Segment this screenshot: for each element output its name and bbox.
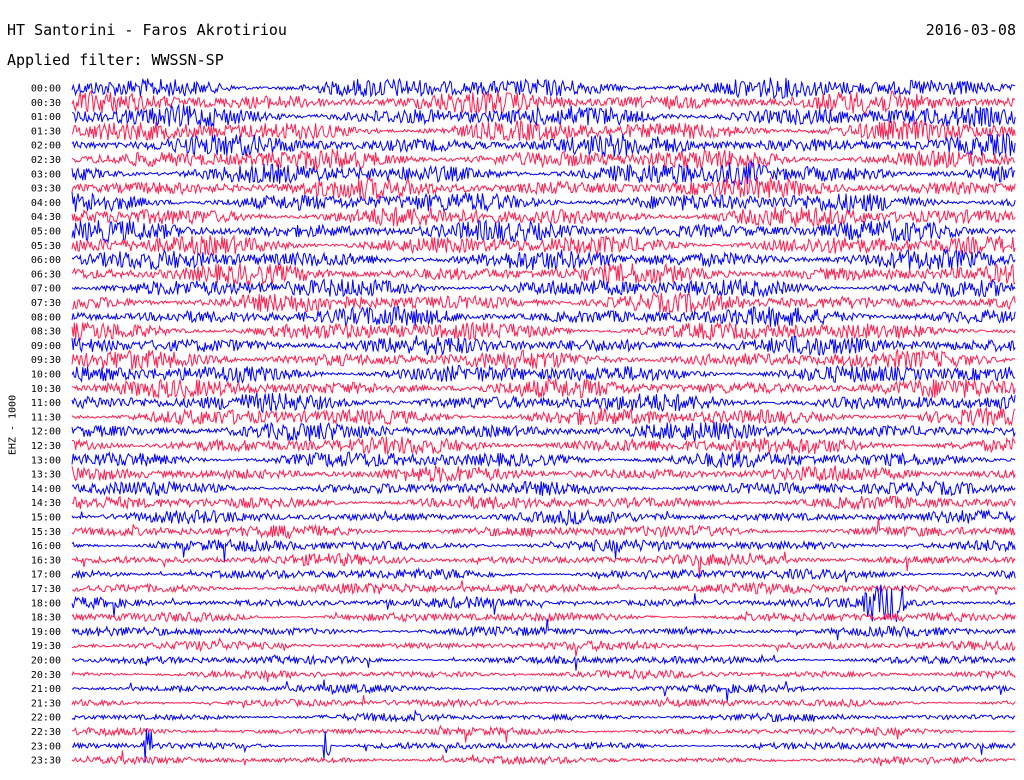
- row-time-label: 13:00: [31, 455, 61, 466]
- trace-row-2100: [72, 679, 1016, 702]
- row-time-label: 13:30: [31, 470, 61, 481]
- trace-row-0100: [71, 103, 1016, 128]
- row-time-label: 11:00: [31, 398, 61, 409]
- trace-row-2330: [71, 750, 1016, 767]
- trace-row-0630: [71, 262, 1016, 286]
- trace-row-0430: [71, 206, 1016, 229]
- trace-row-2000: [71, 653, 1016, 671]
- row-time-label: 20:00: [31, 656, 61, 667]
- row-time-label: 09:30: [31, 355, 61, 366]
- trace-row-0230: [71, 148, 1016, 172]
- row-time-label: 10:00: [31, 370, 61, 381]
- trace-row-1400: [71, 480, 1016, 497]
- trace-row-0030: [71, 90, 1016, 116]
- trace-row-2130: [71, 695, 1016, 709]
- row-time-label: 17:00: [31, 570, 61, 581]
- row-time-label: 23:00: [31, 741, 61, 752]
- trace-row-1700: [71, 566, 1016, 583]
- trace-row-1900: [71, 618, 1016, 641]
- row-time-label: 20:30: [31, 670, 61, 681]
- trace-row-1300: [71, 451, 1016, 469]
- trace-row-2300: [71, 728, 1016, 763]
- row-time-label: 05:30: [31, 241, 61, 252]
- trace-row-1330: [71, 464, 1016, 483]
- row-time-label: 15:30: [31, 527, 61, 538]
- row-time-label: 04:00: [31, 198, 61, 209]
- row-time-label: 01:00: [31, 112, 61, 123]
- trace-row-0700: [71, 278, 1016, 299]
- row-time-label: 08:00: [31, 312, 61, 323]
- row-time-label: 18:00: [31, 598, 61, 609]
- trace-row-0000: [71, 77, 1016, 100]
- row-time-label: 01:30: [31, 126, 61, 137]
- row-time-label: 17:30: [31, 584, 61, 595]
- row-time-label: 21:00: [31, 684, 61, 695]
- trace-row-0900: [71, 335, 1016, 357]
- row-time-label: 02:00: [31, 141, 61, 152]
- trace-row-0730: [71, 291, 1016, 315]
- row-time-label: 19:00: [31, 627, 61, 638]
- row-time-label: 10:30: [31, 384, 61, 395]
- row-time-label: 07:30: [31, 298, 61, 309]
- row-time-label: 16:30: [31, 555, 61, 566]
- row-time-label: 19:30: [31, 641, 61, 652]
- row-time-label: 18:30: [31, 613, 61, 624]
- trace-row-1930: [71, 636, 1016, 657]
- row-time-label: 23:30: [31, 756, 61, 767]
- trace-row-2030: [71, 668, 1016, 683]
- trace-row-1230: [72, 435, 1016, 456]
- row-time-label: 06:00: [31, 255, 61, 266]
- row-time-label: 06:30: [31, 269, 61, 280]
- trace-row-2230: [71, 724, 1016, 743]
- trace-row-1500: [71, 508, 1016, 527]
- trace-row-1000: [71, 364, 1016, 384]
- row-time-label: 14:00: [31, 484, 61, 495]
- helicorder-plot: 00:00 00:30 01:00 01:30 02:00 02:30 03:00 03:30…: [31, 77, 1016, 767]
- trace-row-1630: [71, 551, 1016, 579]
- row-time-label: 02:30: [31, 155, 61, 166]
- row-time-label: 11:30: [31, 412, 61, 423]
- trace-row-1030: [71, 377, 1016, 401]
- trace-row-1430: [71, 494, 1016, 511]
- row-time-label: 22:00: [31, 713, 61, 724]
- row-time-label: 04:30: [31, 212, 61, 223]
- row-time-label: 03:30: [31, 184, 61, 195]
- trace-row-0800: [71, 305, 1016, 328]
- row-time-label: 22:30: [31, 727, 61, 738]
- trace-row-2200: [71, 708, 1016, 723]
- trace-row-0530: [71, 234, 1016, 256]
- row-time-label: 08:30: [31, 327, 61, 338]
- trace-row-0300: [71, 160, 1016, 186]
- trace-row-0830: [71, 321, 1016, 341]
- trace-row-0500: [71, 219, 1016, 244]
- trace-row-1730: [71, 580, 1016, 596]
- row-time-label: 05:00: [31, 227, 61, 238]
- row-time-label: 09:00: [31, 341, 61, 352]
- row-time-label: 07:00: [31, 284, 61, 295]
- row-time-label: 03:00: [31, 169, 61, 180]
- row-time-label: 16:00: [31, 541, 61, 552]
- trace-row-0400: [71, 191, 1016, 213]
- row-time-label: 12:30: [31, 441, 61, 452]
- row-time-label: 00:30: [31, 98, 61, 109]
- row-time-label: 14:30: [31, 498, 61, 509]
- row-time-label: 21:30: [31, 698, 61, 709]
- row-time-label: 00:00: [31, 84, 61, 95]
- row-time-label: 12:00: [31, 427, 61, 438]
- trace-row-1200: [71, 421, 1016, 442]
- trace-row-1130: [71, 406, 1016, 427]
- row-time-label: 15:00: [31, 513, 61, 524]
- trace-row-1830: [71, 610, 1016, 624]
